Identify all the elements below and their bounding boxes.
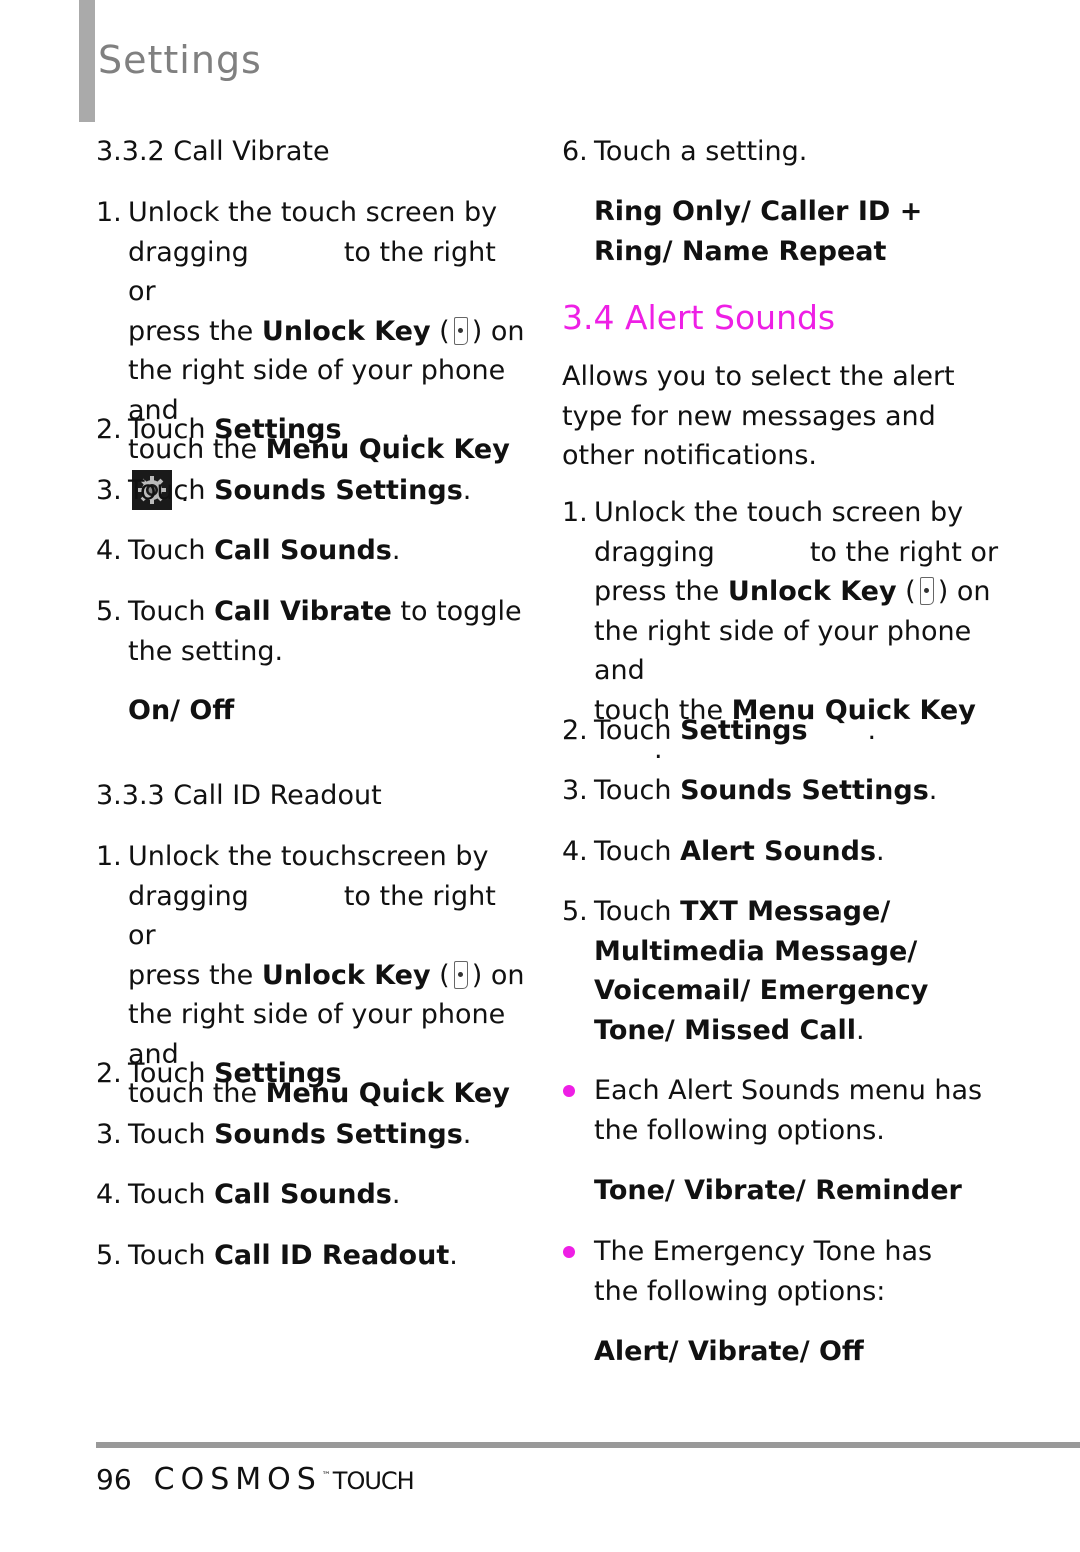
page-number: 96	[96, 1463, 132, 1496]
footer-rule	[96, 1442, 1080, 1448]
section-title: Settings	[98, 38, 262, 82]
call-id-readout-step-5: 5. Touch Call ID Readout.	[96, 1240, 458, 1271]
call-id-readout-step-6: 6. Touch a setting.	[562, 136, 808, 167]
alert-sounds-options: Tone/ Vibrate/ Reminder	[594, 1175, 962, 1206]
call-id-readout-heading: 3.3.3 Call ID Readout	[96, 780, 382, 811]
call-vibrate-step-5: 5. Touch Call Vibrate to toggle the sett…	[96, 596, 522, 667]
alert-sounds-step-5: 5. Touch TXT Message/ Multimedia Message…	[562, 896, 929, 1046]
footer: 96 COSMOS™ TOUCH	[96, 1462, 415, 1497]
call-id-readout-step-4: 4. Touch Call Sounds.	[96, 1179, 401, 1210]
bullet-dot-icon	[562, 1071, 594, 1150]
alert-sounds-step-4: 4. Touch Alert Sounds.	[562, 836, 885, 867]
brand-logo: COSMOS™	[153, 1462, 331, 1497]
call-id-readout-step-2: 2. Touch Settings.	[96, 1058, 411, 1089]
alert-sounds-heading: 3.4 Alert Sounds	[562, 298, 836, 337]
call-vibrate-step-2: 2. Touch Settings.	[96, 414, 411, 445]
unlock-key-icon	[453, 960, 468, 989]
alert-sounds-bullet-1: Each Alert Sounds menu has the following…	[562, 1071, 1002, 1150]
alert-sounds-description: Allows you to select the alert type for …	[562, 361, 955, 471]
bullet-dot-icon	[562, 1232, 594, 1311]
call-vibrate-heading: 3.3.2 Call Vibrate	[96, 136, 330, 167]
section-side-bar	[79, 0, 95, 122]
call-vibrate-step-1: 1. Unlock the touch screen by dragging to…	[96, 197, 525, 510]
emergency-tone-options: Alert/ Vibrate/ Off	[594, 1336, 864, 1367]
unlock-key-icon	[453, 316, 468, 345]
alert-sounds-bullet-2: The Emergency Tone has the following opt…	[562, 1232, 962, 1311]
brand-suffix: TOUCH	[332, 1467, 415, 1495]
call-id-readout-step-1: 1. Unlock the touchscreen by dragging to …	[96, 841, 525, 1149]
call-id-readout-options: Ring Only/ Caller ID + Ring/ Name Repeat	[594, 196, 923, 267]
call-vibrate-step-4: 4. Touch Call Sounds.	[96, 535, 401, 566]
alert-sounds-step-3: 3. Touch Sounds Settings.	[562, 775, 938, 806]
alert-sounds-step-2: 2. Touch Settings.	[562, 715, 877, 746]
call-id-readout-step-3: 3. Touch Sounds Settings.	[96, 1119, 472, 1150]
call-vibrate-step-3: 3. Touch Sounds Settings.	[96, 475, 472, 506]
call-vibrate-options: On/ Off	[128, 695, 235, 726]
unlock-key-icon	[919, 577, 934, 605]
